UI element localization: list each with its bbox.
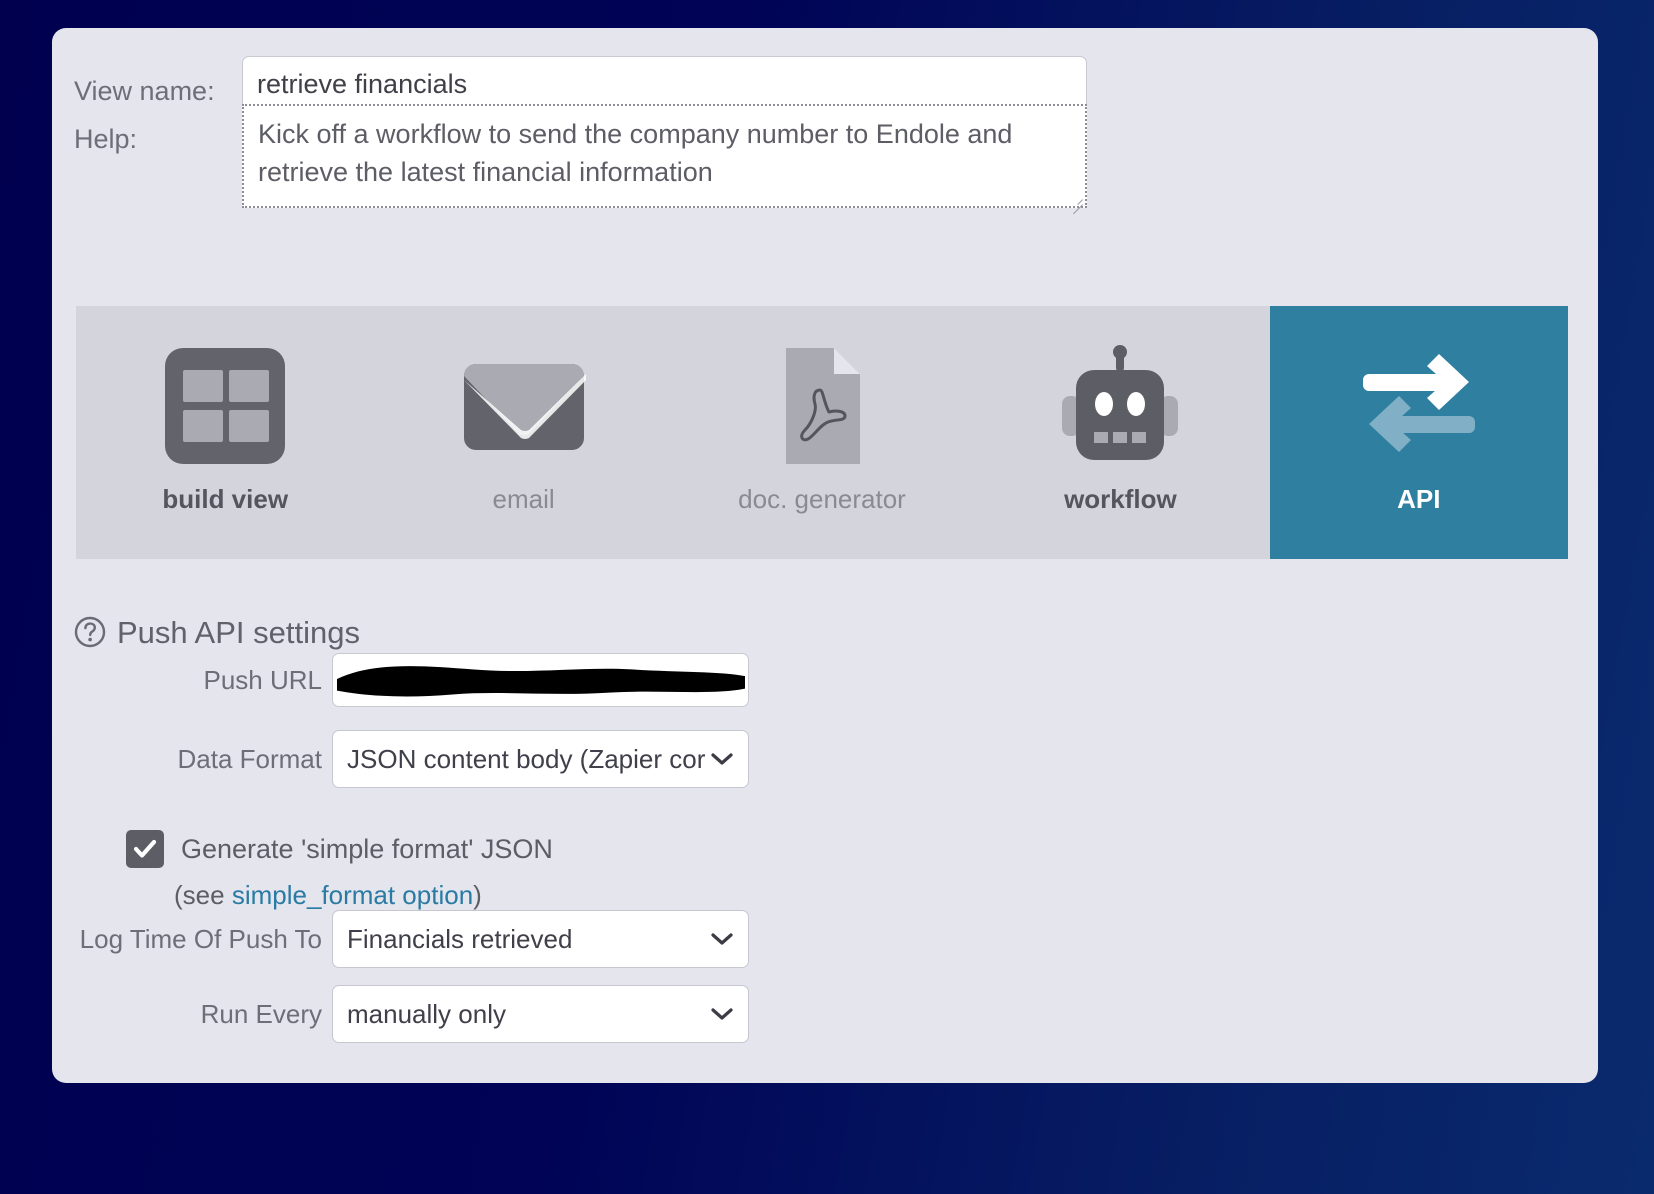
pdf-file-icon xyxy=(760,344,884,468)
mode-tab-strip: build view email doc. generator workflow… xyxy=(76,306,1569,559)
simple-format-option-link[interactable]: simple_format option xyxy=(232,880,473,910)
help-row: Help: Kick off a workflow to send the co… xyxy=(74,104,1087,215)
help-label: Help: xyxy=(74,124,138,154)
push-url-row: Push URL xyxy=(74,653,749,707)
tab-email[interactable]: email xyxy=(374,306,672,559)
tab-label: API xyxy=(1397,484,1441,514)
simple-format-label: Generate 'simple format' JSON xyxy=(181,833,553,864)
chevron-down-icon xyxy=(711,933,733,945)
run-every-select[interactable]: manually only xyxy=(332,985,749,1043)
view-name-label: View name: xyxy=(74,76,215,106)
log-time-label: Log Time Of Push To xyxy=(79,923,322,954)
data-format-value: JSON content body (Zapier cor xyxy=(347,744,706,774)
data-format-select[interactable]: JSON content body (Zapier cor xyxy=(332,730,749,788)
push-url-input[interactable] xyxy=(332,653,749,707)
run-every-value: manually only xyxy=(347,999,506,1029)
data-format-label: Data Format xyxy=(177,743,323,774)
question-circle-icon[interactable] xyxy=(74,616,106,648)
grid-icon xyxy=(163,344,287,468)
push-api-settings-title: Push API settings xyxy=(74,616,360,648)
run-every-row: Run Every manually only xyxy=(74,985,749,1043)
simple-format-block: Generate 'simple format' JSON (see simpl… xyxy=(126,830,553,911)
log-time-select[interactable]: Financials retrieved xyxy=(332,910,749,968)
chevron-down-icon xyxy=(711,753,733,765)
tab-doc-generator[interactable]: doc. generator xyxy=(673,306,971,559)
redaction-marker xyxy=(336,666,746,697)
help-textarea[interactable]: Kick off a workflow to send the company … xyxy=(242,104,1087,208)
push-url-label: Push URL xyxy=(203,664,323,695)
api-arrows-icon xyxy=(1357,344,1481,468)
section-title-text: Push API settings xyxy=(117,614,360,650)
simple-format-note: (see simple_format option) xyxy=(174,880,553,911)
check-icon xyxy=(133,839,157,858)
simple-format-checkbox[interactable] xyxy=(126,830,164,868)
log-time-row: Log Time Of Push To Financials retrieved xyxy=(74,910,749,968)
note-prefix: (see xyxy=(174,880,232,910)
tab-label: workflow xyxy=(1064,484,1177,514)
tab-label: doc. generator xyxy=(738,484,906,514)
data-format-row: Data Format JSON content body (Zapier co… xyxy=(74,730,749,788)
view-editor-panel: View name: retrieve financials Help: Kic… xyxy=(52,28,1598,1083)
tab-workflow[interactable]: workflow xyxy=(971,306,1269,559)
simple-format-checkbox-row: Generate 'simple format' JSON xyxy=(126,830,553,868)
robot-icon xyxy=(1058,344,1182,468)
envelope-icon xyxy=(462,344,586,468)
tab-label: email xyxy=(492,484,555,514)
tab-api[interactable]: API xyxy=(1269,306,1569,559)
tab-label: build view xyxy=(162,484,289,514)
run-every-label: Run Every xyxy=(200,998,322,1029)
tab-build-view[interactable]: build view xyxy=(76,306,374,559)
log-time-value: Financials retrieved xyxy=(347,924,573,954)
chevron-down-icon xyxy=(711,1008,733,1020)
note-suffix: ) xyxy=(473,880,482,910)
